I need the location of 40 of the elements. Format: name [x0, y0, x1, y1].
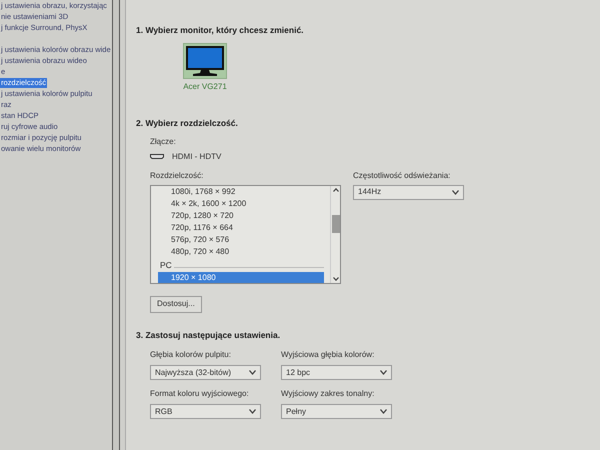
field-label: Format koloru wyjściowego:: [150, 388, 250, 400]
field-label: Złącze:: [150, 136, 177, 148]
chevron-down-icon: [249, 409, 256, 414]
list-item[interactable]: 1080i, 1768 × 992: [158, 186, 324, 198]
scroll-down-icon[interactable]: [332, 276, 338, 280]
list-item[interactable]: 4k × 2k, 1600 × 1200: [158, 198, 324, 210]
group-label: PC: [160, 259, 172, 272]
list-item[interactable]: 1920 × 1080: [158, 272, 324, 282]
customize-button[interactable]: Dostosuj...: [150, 296, 202, 312]
section-heading: 1. Wybierz monitor, który chcesz zmienić.: [136, 24, 305, 37]
splitter-bar[interactable]: [112, 0, 120, 450]
resolution-list[interactable]: 1080i, 1768 × 992 4k × 2k, 1600 × 1200 720p, 1280 × 720 720p, 1176 × 664 576p, 720 × 576 480p, 720 × 480 PC 1920 × 1080: [150, 184, 341, 284]
chevron-down-icon: [380, 370, 387, 376]
monitor-name: Acer VG271: [183, 80, 227, 93]
field-label: Rozdzielczość:: [150, 170, 204, 182]
field-label: Częstotliwość odświeżania:: [353, 170, 452, 182]
monitor-icon: [185, 44, 225, 77]
chevron-down-icon: [380, 409, 387, 414]
field-label: Wyjściowy zakres tonalny:: [281, 388, 376, 400]
hdmi-port-icon: [150, 154, 164, 159]
list-item[interactable]: 720p, 1176 × 664: [158, 222, 324, 234]
dropdown[interactable]: Najwyższa (32-bitów): [150, 365, 261, 380]
connector-name: HDMI - HDTV: [172, 150, 222, 162]
chevron-down-icon: [452, 190, 459, 194]
chevron-down-icon: [249, 370, 256, 376]
scroll-thumb[interactable]: [332, 215, 340, 233]
list-item[interactable]: 480p, 720 × 480: [158, 246, 324, 258]
list-item[interactable]: 720p, 1280 × 720: [158, 210, 324, 222]
dropdown[interactable]: RGB: [150, 404, 261, 420]
section-heading: 2. Wybierz rozdzielczość.: [136, 116, 239, 130]
field-label: Wyjściowa głębia kolorów:: [281, 349, 376, 362]
list-item[interactable]: 576p, 720 × 576: [158, 234, 324, 246]
scrollbar[interactable]: [330, 186, 340, 282]
scroll-up-icon[interactable]: [332, 188, 338, 192]
field-label: Głębia kolorów pulpitu:: [150, 349, 232, 362]
dropdown[interactable]: Pełny: [281, 404, 392, 420]
dropdown[interactable]: 12 bpc: [281, 365, 392, 380]
monitor-tile[interactable]: [183, 42, 227, 79]
dropdown[interactable]: 144Hz: [353, 184, 464, 200]
section-heading: 3. Zastosuj następujące ustawienia.: [136, 328, 282, 342]
